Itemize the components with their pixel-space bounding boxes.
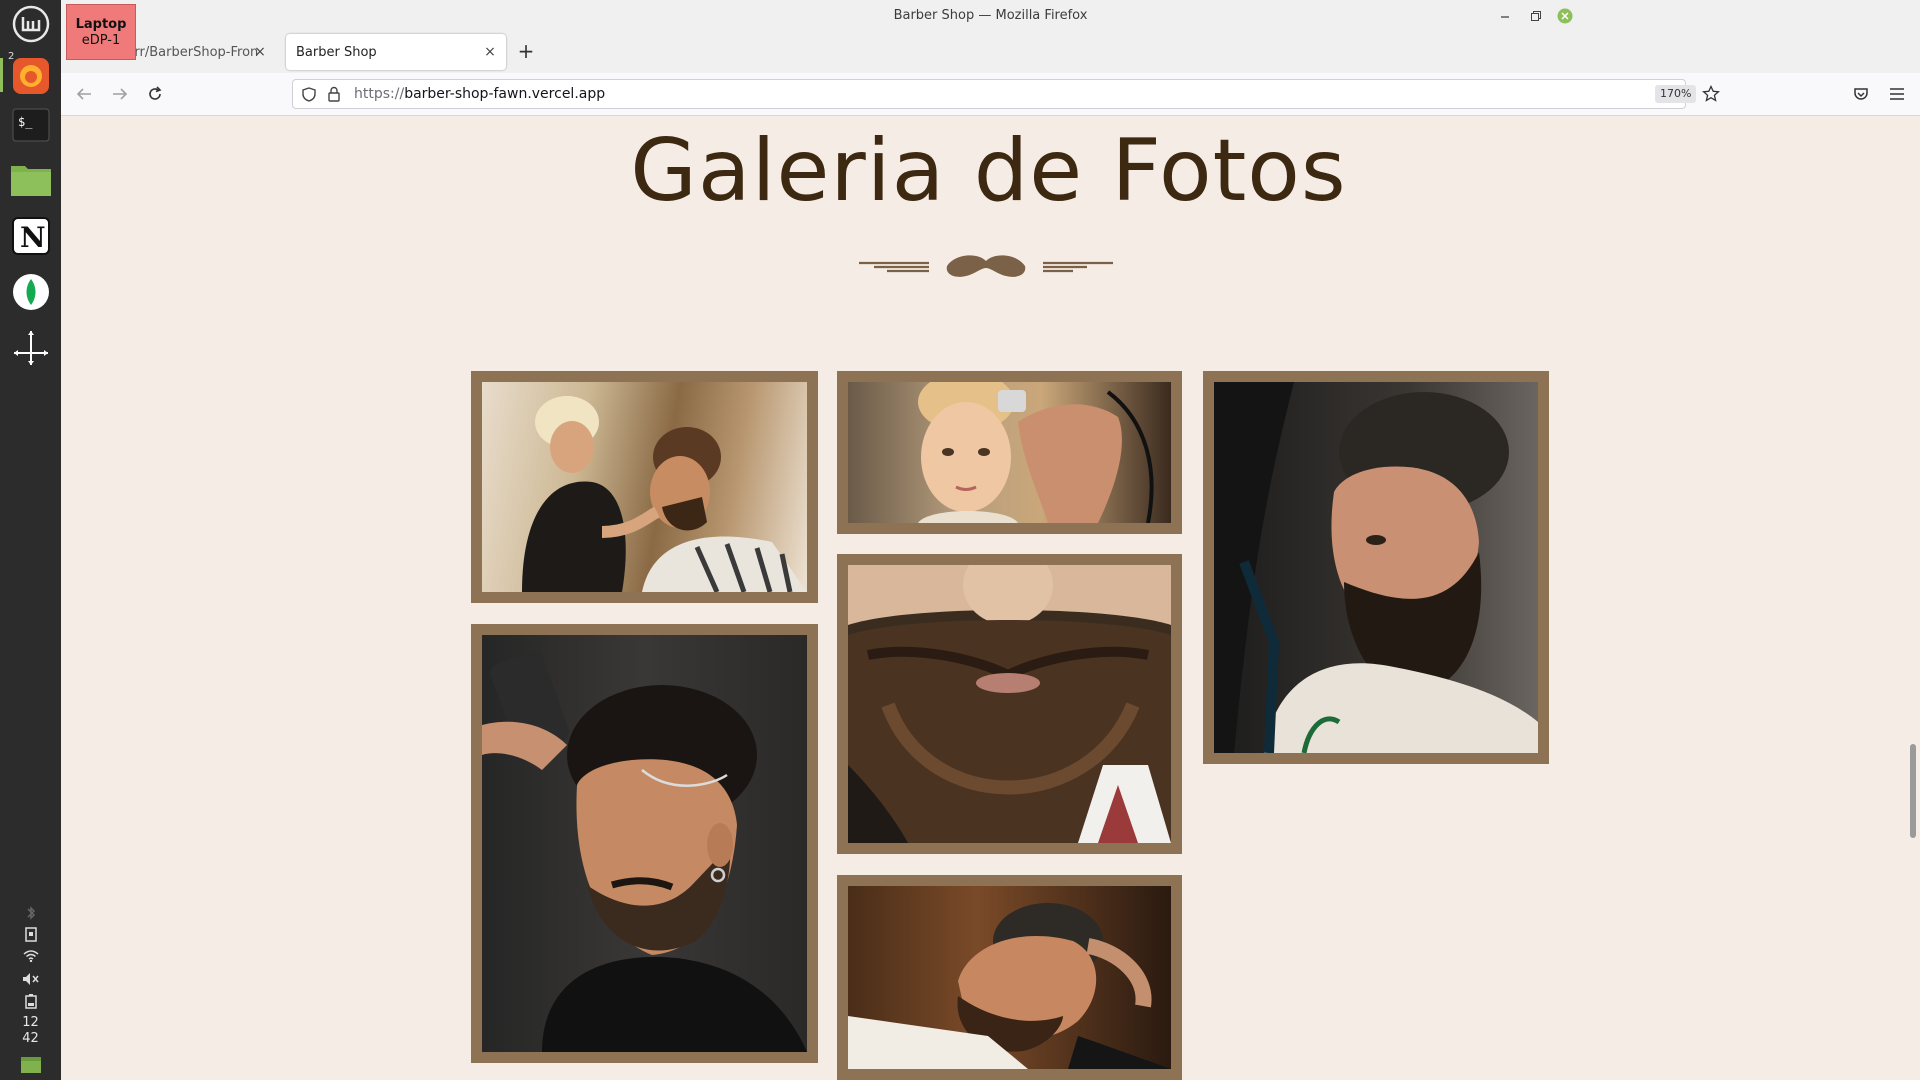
window-title: Barber Shop — Mozilla Firefox <box>893 8 1088 23</box>
url-scheme: https:// <box>354 86 405 102</box>
barber-scene-icon <box>522 396 807 592</box>
bookmark-star-icon[interactable] <box>1702 84 1720 107</box>
tracking-shield-icon[interactable] <box>302 87 316 106</box>
firefox-icon[interactable] <box>7 52 54 99</box>
photo-bearded-man-profile[interactable] <box>1203 371 1549 764</box>
boy-haircut-icon <box>918 382 1154 523</box>
shave-scene-icon <box>848 903 1171 1069</box>
tab-barber-shop-label: Barber Shop <box>296 44 377 60</box>
volume-icon[interactable] <box>0 972 61 986</box>
new-tab-button[interactable]: + <box>515 41 537 63</box>
url-text[interactable]: https://barber-shop-fawn.vercel.app <box>354 86 605 102</box>
clock-minutes: 42 <box>22 1031 39 1046</box>
zoom-level-badge[interactable]: 170% <box>1655 85 1697 103</box>
page-scrollbar[interactable] <box>1910 744 1916 838</box>
page-viewport: Galeria de Fotos <box>61 116 1920 1080</box>
hamburger-menu-icon[interactable] <box>1887 84 1907 104</box>
close-window-button[interactable] <box>1557 0 1573 31</box>
monitor-badge-name: Laptop <box>75 17 127 32</box>
photo-man-trimmer-fade[interactable] <box>471 624 818 1063</box>
minimize-button[interactable] <box>1499 0 1511 31</box>
clock[interactable]: 12 42 <box>0 1015 61 1047</box>
back-arrow-icon[interactable] <box>74 84 94 104</box>
forward-arrow-icon[interactable] <box>110 84 130 104</box>
url-host: barber-shop-fawn.vercel.app <box>404 86 606 102</box>
mongodb-compass-icon[interactable] <box>7 268 54 315</box>
monitor-badge-output: eDP-1 <box>81 33 121 48</box>
address-bar[interactable]: https://barber-shop-fawn.vercel.app 170% <box>292 79 1720 109</box>
beard-closeup-icon <box>848 565 1171 843</box>
bearded-man-icon <box>1214 382 1538 753</box>
battery-icon[interactable] <box>0 993 61 1009</box>
clock-hours: 12 <box>22 1015 39 1030</box>
mustache-divider-icon <box>859 255 1113 277</box>
photo-beard-closeup[interactable] <box>837 554 1182 854</box>
files-icon[interactable] <box>7 155 54 202</box>
notion-icon[interactable]: N <box>7 212 54 259</box>
taskbar-dock: 2 $_ N 12 42 <box>0 0 62 1080</box>
close-icon[interactable]: × <box>482 44 498 60</box>
tab-barber-shop[interactable]: Barber Shop × <box>286 34 506 70</box>
active-app-indicator <box>0 58 3 92</box>
gallery-title: Galeria de Fotos <box>630 121 1347 221</box>
bluetooth-icon[interactable] <box>0 905 61 921</box>
svg-text:$_: $_ <box>18 115 33 129</box>
lock-icon[interactable] <box>328 86 340 106</box>
desktop-icon[interactable] <box>0 1056 61 1074</box>
wifi-icon[interactable] <box>0 950 61 962</box>
photo-woman-barber-styling-client[interactable] <box>471 371 818 603</box>
mint-menu-icon[interactable] <box>7 0 54 47</box>
trimmer-portrait-icon <box>482 651 807 1052</box>
pocket-icon[interactable] <box>1851 84 1871 104</box>
terminal-icon[interactable]: $_ <box>7 101 54 148</box>
monitor-badge: Laptop eDP-1 <box>66 4 136 60</box>
photo-boy-haircut[interactable] <box>837 371 1182 534</box>
navigation-toolbar: https://barber-shop-fawn.vercel.app 170% <box>61 73 1920 116</box>
reload-icon[interactable] <box>145 84 165 104</box>
close-icon[interactable]: × <box>252 44 268 60</box>
clipboard-icon[interactable] <box>0 926 61 942</box>
window-titlebar: Barber Shop — Mozilla Firefox <box>61 0 1920 31</box>
tab-strip: walterrr/BarberShop-Front × Barber Shop … <box>61 31 1920 73</box>
drawing-app-icon[interactable] <box>7 324 54 371</box>
svg-text:N: N <box>20 221 46 254</box>
photo-man-hot-towel-shave[interactable] <box>837 875 1182 1080</box>
restore-button[interactable] <box>1530 0 1542 31</box>
